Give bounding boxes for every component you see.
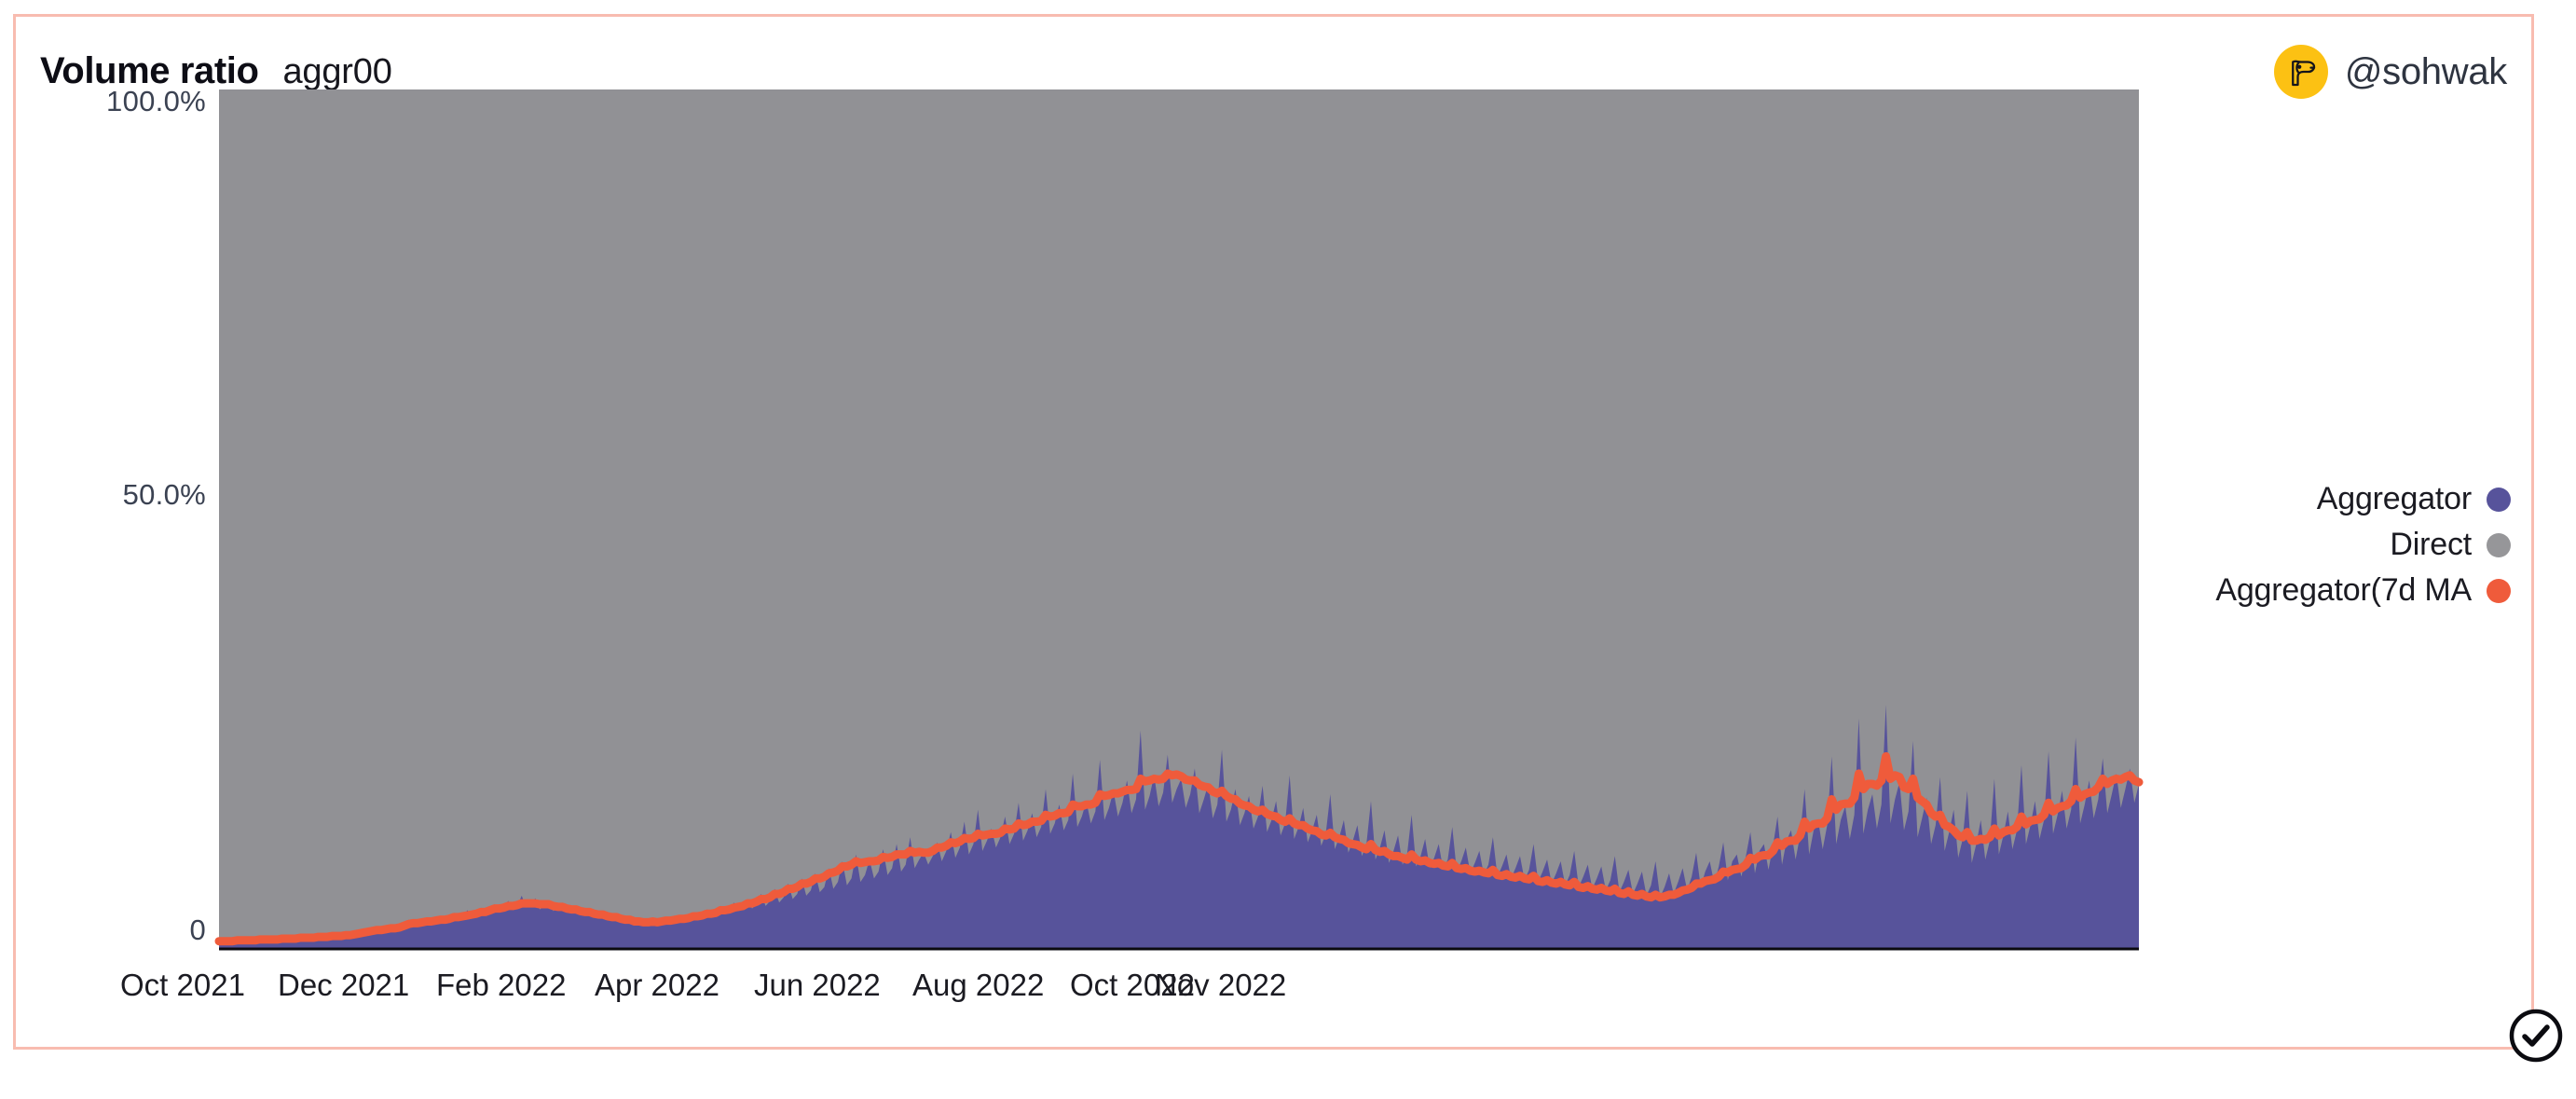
chart-plot[interactable] bbox=[16, 17, 2531, 1047]
legend-swatch-direct bbox=[2487, 532, 2511, 557]
dune-watermark: Dune bbox=[985, 455, 1600, 669]
legend-item-direct[interactable]: Direct bbox=[2390, 527, 2511, 563]
x-tick-apr-2022: Apr 2022 bbox=[595, 968, 719, 1002]
x-tick-feb-2022: Feb 2022 bbox=[436, 968, 567, 1002]
y-tick-50: 50.0% bbox=[122, 478, 206, 511]
x-tick-jun-2022: Jun 2022 bbox=[754, 968, 881, 1002]
plot-host bbox=[16, 17, 2531, 1047]
svg-text:Dune: Dune bbox=[1218, 479, 1585, 651]
check-circle-icon[interactable] bbox=[2507, 1007, 2565, 1065]
legend-label-aggregator-7dma: Aggregator(7d MA bbox=[2215, 572, 2472, 608]
legend-item-aggregator[interactable]: Aggregator bbox=[2317, 481, 2511, 517]
cn-watermark: 律动 bbox=[1130, 465, 1433, 634]
chart-legend: Aggregator Direct Aggregator(7d MA bbox=[2215, 481, 2511, 609]
x-tick-nov-2022: Nov 2022 bbox=[1155, 968, 1287, 1002]
username-label: @sohwak bbox=[2344, 50, 2507, 92]
chart-subtitle: aggr00 bbox=[282, 52, 392, 91]
screenshot-root: Volume ratio aggr00 @sohwak Dune 律动 BLOC… bbox=[0, 0, 2576, 1099]
dog-head-icon bbox=[2273, 45, 2328, 99]
legend-label-aggregator: Aggregator bbox=[2316, 481, 2472, 516]
user-badge[interactable]: @sohwak bbox=[2273, 45, 2507, 99]
chart-card: Volume ratio aggr00 @sohwak Dune 律动 BLOC… bbox=[13, 14, 2534, 1050]
legend-swatch-aggregator bbox=[2487, 487, 2511, 512]
cn-watermark-sub: BLOCKBEATS bbox=[1078, 576, 1590, 653]
chart-header: Volume ratio aggr00 @sohwak bbox=[16, 17, 2531, 119]
area-aggregator bbox=[219, 705, 2139, 949]
line-aggregator-7d-ma bbox=[214, 751, 2144, 946]
legend-swatch-aggregator-7dma bbox=[2487, 578, 2511, 603]
x-tick-aug-2022: Aug 2022 bbox=[912, 968, 1045, 1002]
y-tick-100: 100.0% bbox=[106, 85, 206, 117]
y-tick-0: 0 bbox=[189, 914, 206, 946]
area-direct bbox=[219, 89, 2139, 949]
legend-label-direct: Direct bbox=[2390, 527, 2472, 562]
x-tick-dec-2021: Dec 2021 bbox=[278, 968, 410, 1002]
legend-item-aggregator-7dma[interactable]: Aggregator(7d MA bbox=[2215, 572, 2511, 609]
x-tick-oct-2021: Oct 2021 bbox=[120, 968, 245, 1002]
